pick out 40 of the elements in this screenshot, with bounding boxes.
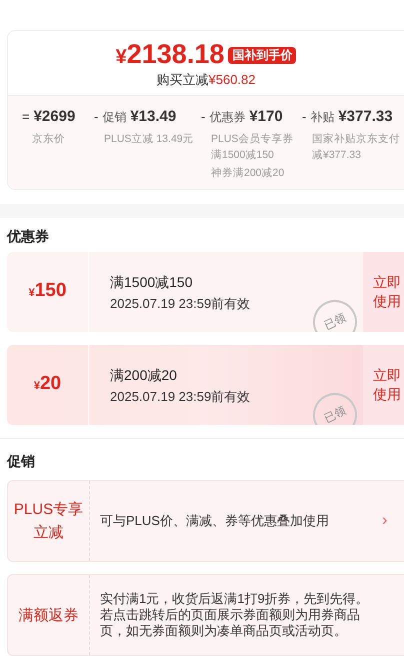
promotion-tag: 满额返券 <box>8 575 90 655</box>
currency-symbol: ¥ <box>28 286 35 301</box>
saving-amount: ¥560.82 <box>208 72 256 88</box>
coupon-value: 150 <box>34 281 66 301</box>
chevron-icon[interactable]: › <box>382 481 404 561</box>
breakdown-amount: ¥13.49 <box>130 107 176 127</box>
coupon-rule: 满200减20 <box>110 366 178 385</box>
operator-sign: = <box>22 108 30 126</box>
breakdown-label: 优惠券 <box>209 109 246 126</box>
final-price: 2138.18 <box>126 38 224 68</box>
coupon-validity: 2025.07.19 23:59前有效 <box>110 295 252 313</box>
promotion-text: 实付满1元，收货后返满1打9折券，先到先得。若点击跳转后的页面展示券面额则为用券商品页，如无券面额则为凑单商品页或活动页。 <box>99 590 370 640</box>
section-title: 优惠券 <box>7 228 50 244</box>
saving-label: 购买立减 <box>156 72 208 88</box>
coupon-validity: 2025.07.19 23:59前有效 <box>110 388 252 406</box>
breakdown-note: 神券满200减20 <box>210 166 286 180</box>
promotion-card[interactable]: 满额返券 实付满1元，收货后返满1打9折券，先到先得。若点击跳转后的页面展示券面额则为用券商品页，如无券面额则为凑单商品页或活动页。 <box>7 574 404 656</box>
currency-symbol: ¥ <box>34 379 40 394</box>
breakdown-note: 京东价 <box>31 132 66 146</box>
breakdown-note: PLUS立减 13.49元 <box>103 132 195 146</box>
operator-sign: - <box>94 108 98 126</box>
section-title: 促销 <box>7 453 36 469</box>
breakdown-amount: ¥377.33 <box>338 107 393 127</box>
coupon-value: 20 <box>40 374 62 394</box>
coupon-rule: 满1500减150 <box>110 273 194 292</box>
promotion-text: 可与PLUS价、满减、券等优惠叠加使用 <box>99 512 330 530</box>
promotion-tag: PLUS专享立减 <box>8 481 90 561</box>
promotion-card[interactable]: PLUS专享立减 可与PLUS价、满减、券等优惠叠加使用 › <box>7 480 404 562</box>
breakdown-label: 促销 <box>102 109 126 126</box>
breakdown-amount: ¥2699 <box>34 107 76 127</box>
operator-sign: - <box>201 108 206 126</box>
use-now-button[interactable]: 立即使用 <box>363 345 404 425</box>
breakdown-note: 国家补贴京东支付减¥377.33 <box>311 132 401 162</box>
use-now-button[interactable]: 立即使用 <box>363 252 404 332</box>
currency-symbol: ¥ <box>116 44 127 70</box>
breakdown-note: PLUS会员专享券满1500减150 <box>210 132 294 162</box>
breakdown-label: 补贴 <box>310 109 334 126</box>
price-badge: 国补到手价 <box>228 46 296 64</box>
operator-sign: - <box>302 108 306 126</box>
breakdown-amount: ¥170 <box>249 107 283 127</box>
